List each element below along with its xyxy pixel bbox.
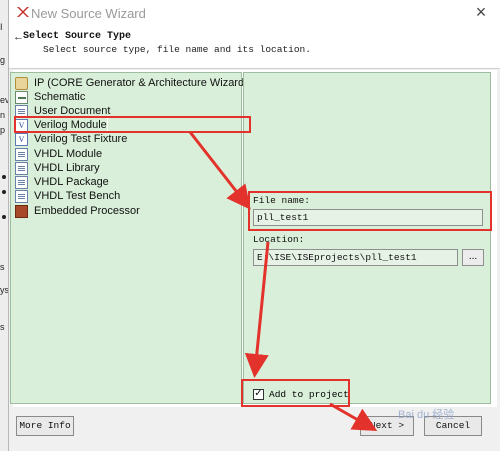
bg-bullet (2, 190, 6, 194)
page-title: Select Source Type (23, 31, 132, 42)
list-item-vhdl-library[interactable]: VHDL Library (15, 161, 100, 175)
bg-fragment: g (0, 55, 6, 65)
document-icon (15, 104, 28, 118)
list-item-user-document[interactable]: User Document (15, 104, 110, 118)
verilog-icon: V (15, 118, 28, 132)
window-title: New Source Wizard (31, 6, 146, 21)
vhdl-icon (15, 175, 28, 189)
close-button[interactable]: × (465, 0, 497, 24)
watermark: Bai du 经验 (398, 409, 455, 421)
ip-core-icon (15, 76, 28, 90)
list-item-label: Verilog Test Fixture (34, 133, 128, 145)
add-to-project-checkbox[interactable]: ✓ (253, 389, 264, 400)
verilog-icon: V (15, 132, 28, 146)
list-item-vhdl-module[interactable]: VHDL Module (15, 147, 102, 161)
list-item-schematic[interactable]: Schematic (15, 90, 85, 104)
processor-icon (15, 204, 28, 218)
bg-fragment: n (0, 110, 6, 120)
list-item-label: Schematic (34, 91, 86, 103)
file-name-input[interactable]: pll_test1 (253, 209, 483, 226)
file-name-label: File name: (253, 195, 311, 206)
bg-fragment: I (0, 22, 3, 32)
list-item-vhdl-package[interactable]: VHDL Package (15, 175, 109, 189)
list-item-label: Embedded Processor (34, 205, 140, 217)
browse-button[interactable]: ... (462, 249, 484, 266)
bg-fragment: s (0, 322, 5, 332)
source-type-list: IP (CORE Generator & Architecture Wizard… (10, 72, 248, 404)
list-item-verilog-test-fixture[interactable]: V Verilog Test Fixture (15, 132, 127, 146)
list-item-ip-core[interactable]: IP (CORE Generator & Architecture Wizard… (15, 76, 248, 90)
bg-bullet (2, 175, 6, 179)
list-item-embedded-processor[interactable]: Embedded Processor (15, 204, 140, 218)
list-item-label: IP (CORE Generator & Architecture Wizard… (34, 77, 248, 89)
bg-fragment: s (0, 262, 5, 272)
location-input[interactable]: E:\ISE\ISEprojects\pll_test1 (253, 249, 458, 266)
add-to-project-checkbox-row[interactable]: ✓ Add to project (253, 389, 349, 400)
page-subtitle: Select source type, file name and its lo… (43, 44, 311, 55)
list-item-label: VHDL Module (34, 148, 103, 160)
title-bar: New Source Wizard × (9, 0, 500, 26)
list-item-label: VHDL Package (34, 176, 109, 188)
more-info-button[interactable]: More Info (16, 416, 74, 436)
vhdl-icon (15, 189, 28, 203)
vhdl-icon (15, 161, 28, 175)
list-item-vhdl-test-bench[interactable]: VHDL Test Bench (15, 189, 120, 203)
add-to-project-label: Add to project (269, 389, 349, 400)
schematic-icon (15, 90, 28, 104)
wizard-header: ← Select Source Type Select source type,… (9, 26, 500, 69)
list-item-label: Verilog Module (34, 119, 107, 131)
list-item-verilog-module[interactable]: V Verilog Module (14, 117, 108, 133)
list-item-label: VHDL Test Bench (34, 190, 121, 202)
bg-fragment: p (0, 125, 6, 135)
xilinx-logo-icon (17, 7, 29, 17)
location-label: Location: (253, 234, 305, 245)
bg-bullet (2, 215, 6, 219)
list-item-label: VHDL Library (34, 162, 100, 174)
list-item-label: User Document (34, 105, 111, 117)
vhdl-icon (15, 147, 28, 161)
